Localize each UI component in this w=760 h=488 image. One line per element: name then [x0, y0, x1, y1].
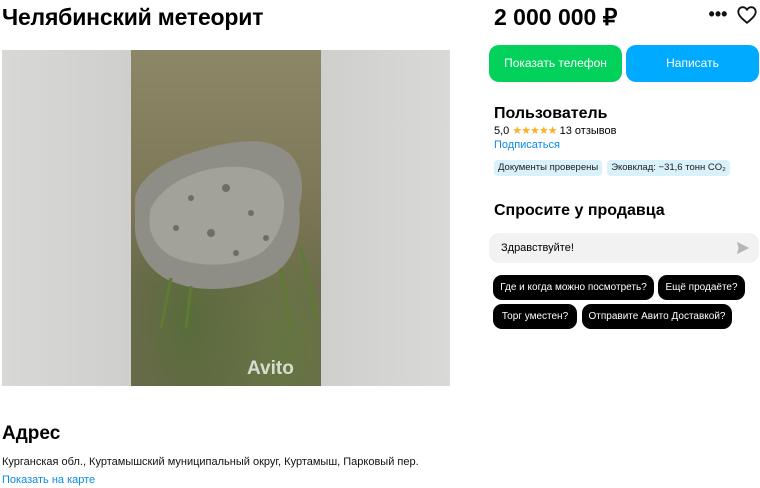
listing-photo[interactable] [131, 50, 321, 386]
quick-question-where-when[interactable]: Где и когда можно посмотреть? [493, 275, 654, 300]
quick-question-still-selling[interactable]: Ещё продаёте? [658, 275, 745, 300]
meteorite-rock-image [134, 141, 318, 328]
seller-name[interactable]: Пользователь [494, 105, 607, 123]
address-text: Курганская обл., Куртамышский муниципаль… [2, 456, 419, 468]
more-dots-icon[interactable]: ••• [708, 2, 728, 26]
message-input-value: Здравствуйте! [501, 242, 574, 254]
message-input[interactable]: Здравствуйте! [489, 233, 759, 263]
star-rating-icon: ★★★★★ [512, 125, 557, 137]
address-title: Адрес [2, 423, 61, 444]
listing-price: 2 000 000 ₽ [494, 4, 618, 30]
ask-seller-title: Спросите у продавца [494, 202, 665, 219]
send-icon[interactable] [736, 241, 750, 255]
photo-gallery[interactable]: Avito [2, 50, 450, 386]
seller-badges: Документы проверены Эковклад: −31,6 тонн… [494, 160, 730, 176]
heart-icon[interactable] [736, 4, 758, 26]
subscribe-link[interactable]: Подписаться [494, 139, 560, 151]
quick-question-delivery[interactable]: Отправите Авито Доставкой? [582, 304, 732, 329]
eco-contribution-badge[interactable]: Эковклад: −31,6 тонн CO₂ [607, 160, 730, 176]
documents-verified-badge: Документы проверены [494, 160, 603, 176]
seller-rating: 5,0 ★★★★★ 13 отзывов [494, 124, 617, 138]
rating-value: 5,0 [494, 124, 510, 137]
listing-title: Челябинский метеорит [2, 4, 264, 30]
show-phone-button[interactable]: Показать телефон [489, 45, 622, 82]
write-message-button[interactable]: Написать [626, 45, 759, 82]
reviews-count[interactable]: 13 отзывов [560, 125, 617, 137]
quick-question-bargain[interactable]: Торг уместен? [493, 304, 577, 329]
show-on-map-link[interactable]: Показать на карте [2, 474, 95, 486]
avito-watermark: Avito [247, 358, 294, 379]
